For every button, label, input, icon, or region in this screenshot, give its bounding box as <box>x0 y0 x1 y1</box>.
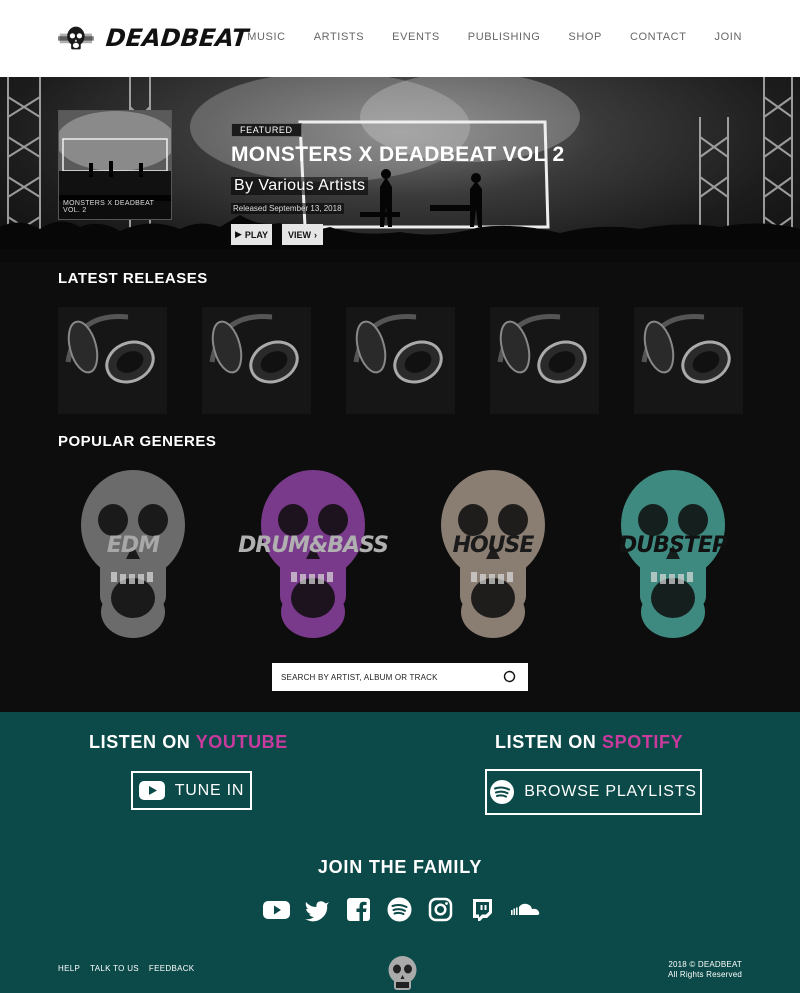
site-header: DEADBEAT MUSIC ARTISTS EVENTS PUBLISHING… <box>0 0 800 77</box>
genre-card-house[interactable]: HOUSE <box>438 470 548 640</box>
featured-badge: FEATURED <box>231 123 302 137</box>
soundcloud-icon[interactable] <box>509 896 540 923</box>
footer-link-feedback[interactable]: FEEDBACK <box>149 964 195 973</box>
spotify-icon[interactable] <box>386 896 413 923</box>
featured-release-date: Released September 13, 2018 <box>231 203 344 214</box>
headphones-image <box>490 307 599 414</box>
play-icon: ▶ <box>234 229 242 239</box>
skull-logo-icon <box>58 26 94 50</box>
youtube-icon <box>138 781 165 800</box>
rights-text: All Rights Reserved <box>667 970 742 979</box>
chevron-right-icon: › <box>314 229 317 240</box>
listen-youtube-service: YOUTUBE <box>195 732 288 752</box>
featured-album-thumbnail[interactable]: MONSTERS X DEADBEAT VOL. 2 <box>58 110 172 220</box>
featured-title: MONSTERS X DEADBEAT VOL 2 <box>231 143 565 166</box>
release-card[interactable] <box>346 307 455 414</box>
genre-card-edm[interactable]: EDM <box>78 470 188 640</box>
genre-label-edm: EDM <box>106 533 160 558</box>
copyright-text: 2018 © DEADBEAT <box>668 960 742 969</box>
headphones-image <box>202 307 311 414</box>
nav-join[interactable]: JOIN <box>715 31 742 43</box>
instagram-icon[interactable] <box>427 896 454 923</box>
browse-playlists-button[interactable]: BROWSE PLAYLISTS <box>485 769 702 815</box>
listen-youtube-heading: LISTEN ON YOUTUBE <box>89 732 288 753</box>
release-card[interactable] <box>490 307 599 414</box>
search-bar[interactable]: SEARCH BY ARTIST, ALBUM OR TRACK <box>272 663 528 691</box>
headphones-image <box>346 307 455 414</box>
featured-hero: MONSTERS X DEADBEAT VOL. 2 FEATURED MONS… <box>0 77 800 263</box>
play-button[interactable]: ▶ PLAY <box>231 224 272 245</box>
listen-spotify-service: SPOTIFY <box>602 732 684 752</box>
listen-spotify-heading: LISTEN ON SPOTIFY <box>495 732 683 753</box>
listen-youtube-prefix: LISTEN ON <box>89 732 191 752</box>
popular-genres-heading: POPULAR GENERES <box>58 433 217 450</box>
nav-artists[interactable]: ARTISTS <box>314 31 364 43</box>
footer-link-help[interactable]: HELP <box>58 964 80 973</box>
social-links <box>263 896 540 923</box>
footer-skull-icon <box>388 956 417 990</box>
nav-contact[interactable]: CONTACT <box>630 31 687 43</box>
tune-in-button[interactable]: TUNE IN <box>131 771 252 810</box>
listen-spotify-prefix: LISTEN ON <box>495 732 597 752</box>
spotify-icon <box>490 780 515 804</box>
play-button-label: PLAY <box>244 229 269 240</box>
genre-label-dubstep: DUBSTEP <box>619 533 728 558</box>
search-icon[interactable] <box>503 670 516 683</box>
footer-link-talk-to-us[interactable]: TALK TO US <box>90 964 139 973</box>
twitter-icon[interactable] <box>304 896 331 923</box>
genre-card-dubstep[interactable]: DUBSTEP <box>618 470 728 640</box>
headphones-image <box>634 307 743 414</box>
release-card[interactable] <box>202 307 311 414</box>
twitch-icon[interactable] <box>468 896 495 923</box>
nav-publishing[interactable]: PUBLISHING <box>468 31 541 43</box>
headphones-image <box>58 307 167 414</box>
thumbnail-caption: MONSTERS X DEADBEAT VOL. 2 <box>59 195 171 219</box>
tune-in-label: TUNE IN <box>174 781 245 799</box>
genres-grid: EDM DRUM&BASS HOUSE DUBSTEP <box>58 470 742 640</box>
listen-section: LISTEN ON YOUTUBE LISTEN ON SPOTIFY TUNE… <box>0 712 800 993</box>
genre-card-drum-and-bass[interactable]: DRUM&BASS <box>238 470 389 640</box>
latest-releases-grid <box>58 307 743 414</box>
nav-events[interactable]: EVENTS <box>392 31 440 43</box>
nav-shop[interactable]: SHOP <box>568 31 602 43</box>
main-nav: MUSIC ARTISTS EVENTS PUBLISHING SHOP CON… <box>219 31 742 43</box>
view-button[interactable]: VIEW › <box>282 224 323 245</box>
browse-playlists-label: BROWSE PLAYLISTS <box>524 783 697 800</box>
youtube-icon[interactable] <box>263 896 290 923</box>
genre-label-house: HOUSE <box>452 533 535 558</box>
release-card[interactable] <box>58 307 167 414</box>
release-card[interactable] <box>634 307 743 414</box>
search-input[interactable]: SEARCH BY ARTIST, ALBUM OR TRACK <box>281 673 438 682</box>
footer-links: HELP TALK TO US FEEDBACK <box>58 964 194 973</box>
view-button-label: VIEW <box>287 229 311 240</box>
facebook-icon[interactable] <box>345 896 372 923</box>
copyright: 2018 © DEADBEAT All Rights Reserved <box>668 960 742 980</box>
latest-releases-heading: LATEST RELEASES <box>58 270 208 287</box>
genre-label-drum-and-bass: DRUM&BASS <box>238 533 389 558</box>
nav-music[interactable]: MUSIC <box>247 31 285 43</box>
featured-artist: By Various Artists <box>231 177 369 195</box>
join-heading: JOIN THE FAMILY <box>317 857 483 877</box>
